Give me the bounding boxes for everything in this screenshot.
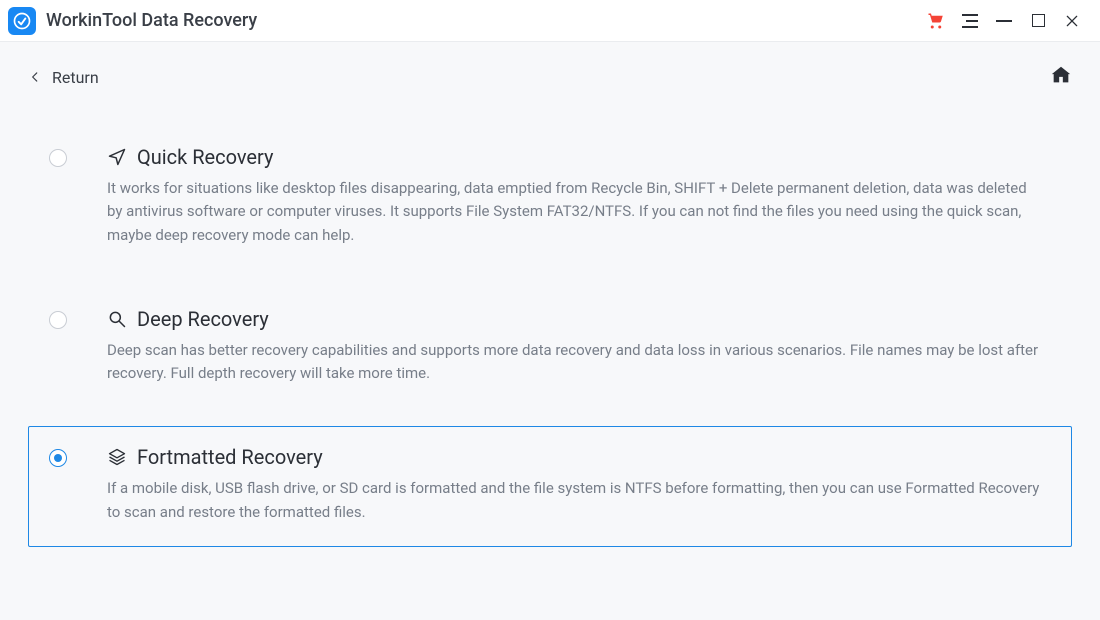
radio-quick[interactable] — [49, 149, 67, 167]
cart-icon[interactable] — [922, 7, 950, 35]
option-description: Deep scan has better recovery capabiliti… — [107, 339, 1045, 386]
option-formatted-recovery[interactable]: Fortmatted Recovery If a mobile disk, US… — [28, 426, 1072, 547]
layers-icon — [107, 447, 127, 467]
home-icon — [1050, 64, 1072, 86]
return-label: Return — [52, 68, 99, 87]
option-quick-recovery[interactable]: Quick Recovery It works for situations l… — [28, 126, 1072, 270]
option-description: It works for situations like desktop fil… — [107, 177, 1045, 247]
option-title: Fortmatted Recovery — [137, 445, 323, 469]
home-button[interactable] — [1050, 64, 1072, 90]
magnifier-icon — [107, 309, 127, 329]
option-deep-recovery[interactable]: Deep Recovery Deep scan has better recov… — [28, 288, 1072, 409]
radio-formatted[interactable] — [49, 449, 67, 467]
menu-icon[interactable] — [956, 7, 984, 35]
app-logo-icon — [8, 7, 36, 35]
chevron-left-icon — [28, 70, 42, 84]
maximize-button[interactable] — [1024, 7, 1052, 35]
titlebar: WorkinTool Data Recovery — [0, 0, 1100, 42]
app-title: WorkinTool Data Recovery — [46, 10, 257, 31]
navigation-arrow-icon — [107, 147, 127, 167]
close-button[interactable] — [1058, 7, 1086, 35]
minimize-button[interactable] — [990, 7, 1018, 35]
option-description: If a mobile disk, USB flash drive, or SD… — [107, 477, 1045, 524]
option-title: Deep Recovery — [137, 307, 269, 331]
return-button[interactable]: Return — [28, 68, 99, 87]
option-title: Quick Recovery — [137, 145, 273, 169]
radio-deep[interactable] — [49, 311, 67, 329]
